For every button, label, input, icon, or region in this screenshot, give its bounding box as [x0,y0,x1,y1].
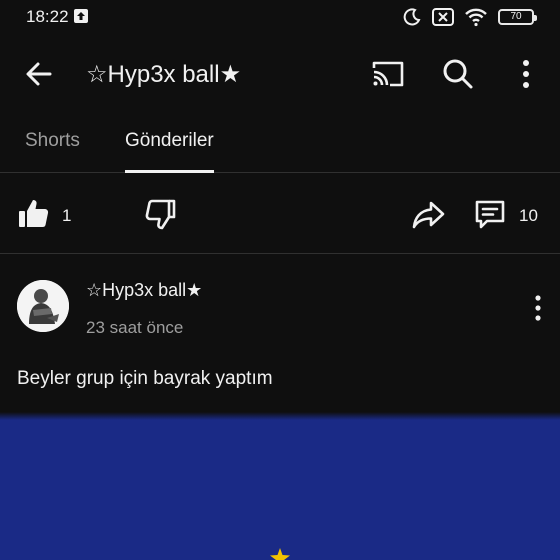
status-icons: 70 [402,6,537,28]
more-vert-icon[interactable] [508,54,544,94]
battery-icon: 70 [498,9,537,25]
post-author-name[interactable]: ☆Hyp3x ball★ [86,280,202,301]
post-text: Beyler grup için bayrak yaptım [17,368,273,389]
battery-level: 70 [510,11,522,22]
back-arrow-icon[interactable] [20,54,60,94]
comment-icon[interactable] [472,196,508,232]
status-bar: 18:22 70 [0,0,560,34]
active-tab-indicator [125,170,214,173]
share-icon[interactable] [410,196,446,232]
channel-tabs: Shorts Gönderiler [0,118,560,173]
image-top-shadow [0,412,560,420]
post-header: ☆Hyp3x ball★ 23 saat önce [0,256,560,346]
thumb-down-icon[interactable] [142,196,178,232]
upload-notification-icon [74,9,88,23]
flag-star-shape [270,548,290,560]
post-timestamp: 23 saat önce [86,318,184,337]
comment-count: 10 [519,206,538,225]
avatar[interactable] [17,280,69,332]
moon-icon [403,8,421,26]
like-count: 1 [62,206,72,225]
tab-shorts[interactable]: Shorts [25,130,80,173]
thumb-up-icon[interactable] [16,196,52,232]
avatar-image [17,280,69,332]
channel-header: ☆Hyp3x ball★ [0,40,560,106]
cast-icon[interactable] [368,54,408,94]
wifi-icon [465,8,487,27]
tab-posts-label: Gönderiler [125,130,214,151]
status-time: 18:22 [26,7,69,26]
post-action-bar: 1 10 [0,174,560,254]
no-sim-icon [432,8,454,26]
more-vert-icon[interactable] [526,292,550,324]
tab-posts[interactable]: Gönderiler [125,130,214,173]
tab-shorts-label: Shorts [25,130,80,151]
channel-title: ☆Hyp3x ball★ [86,61,242,88]
post-image[interactable] [0,412,560,560]
search-icon[interactable] [438,54,478,94]
